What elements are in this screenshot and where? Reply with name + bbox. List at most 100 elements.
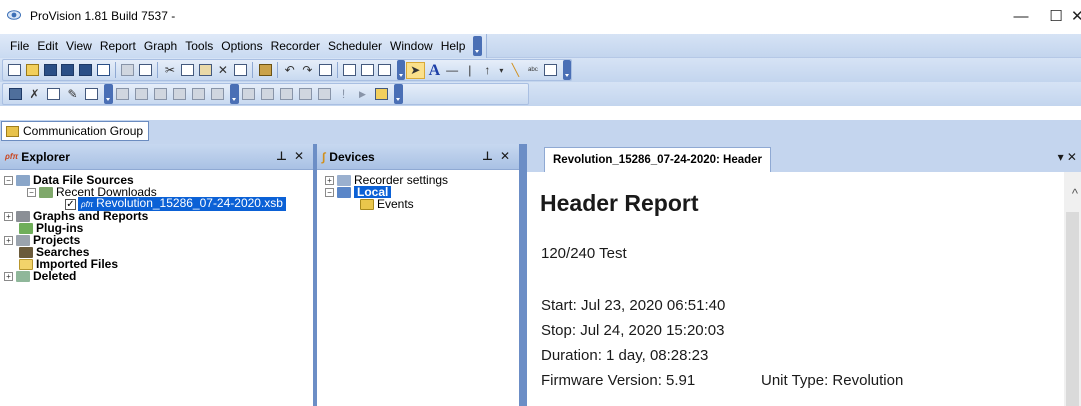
binoculars-icon[interactable]	[257, 62, 273, 79]
communication-group-icon	[6, 125, 19, 137]
paste-icon[interactable]	[197, 62, 213, 79]
expand-icon[interactable]: +	[4, 271, 13, 281]
toolbar-grip[interactable]	[104, 84, 113, 104]
text-tool-icon[interactable]: A	[427, 62, 443, 79]
plugins-icon	[19, 222, 33, 234]
report-chart-icon[interactable]	[45, 86, 62, 103]
menu-edit[interactable]: Edit	[33, 34, 62, 58]
toolbar-separator	[114, 62, 116, 78]
save-as-icon[interactable]	[78, 62, 94, 79]
menu-file[interactable]: File	[6, 34, 33, 58]
toolbar-grip[interactable]	[562, 60, 571, 80]
print-icon[interactable]	[120, 62, 136, 79]
projects-icon	[16, 234, 30, 246]
wizard-icon[interactable]	[373, 86, 390, 103]
arrow-up-tool-icon[interactable]: ↑	[480, 62, 496, 79]
diagonal-line-icon[interactable]: ╲	[508, 62, 524, 79]
menu-tools[interactable]: Tools	[181, 34, 217, 58]
toolbar-grip[interactable]	[394, 84, 403, 104]
report-edit-icon[interactable]	[83, 86, 100, 103]
recent-downloads-icon	[39, 186, 53, 198]
close-window-button[interactable]: ✕	[1071, 4, 1081, 30]
app-eye-icon	[7, 10, 21, 20]
save-all-icon[interactable]	[60, 62, 76, 79]
toolbar-grip[interactable]	[396, 60, 406, 80]
communication-group-tab[interactable]: Communication Group	[1, 121, 150, 141]
recorder-tool-2-icon	[259, 86, 276, 103]
vertical-line-icon[interactable]: |	[462, 62, 478, 79]
devices-tree: + Recorder settings − Local Events	[317, 170, 519, 210]
checkbox-checked-icon[interactable]: ✓	[65, 198, 76, 210]
tree-item-recorder-settings[interactable]: + Recorder settings	[317, 174, 519, 186]
expand-icon[interactable]: +	[4, 235, 13, 245]
report-grid-icon[interactable]	[7, 86, 24, 103]
tree-item-deleted[interactable]: + Deleted	[0, 270, 313, 282]
chart-icon[interactable]	[342, 62, 358, 79]
undo-icon[interactable]: ↶	[282, 62, 298, 79]
devices-splitter[interactable]	[519, 144, 527, 406]
cut-icon[interactable]: ✂	[162, 62, 178, 79]
scroll-thumb[interactable]	[1066, 212, 1079, 406]
menu-options[interactable]: Options	[217, 34, 266, 58]
copy-icon[interactable]	[180, 62, 196, 79]
explorer-close-icon[interactable]: ✕	[294, 149, 304, 163]
annotation-icon[interactable]: ᵃᵇᶜ	[525, 62, 541, 79]
toolbar-row-1: ✂ ✕ ↶ ↷ ➤ A — | ↑ ▾ ╲ ᵃᵇᶜ	[0, 58, 1081, 82]
maximize-button[interactable]: ☐	[1036, 4, 1076, 30]
chart-export-icon[interactable]	[377, 62, 393, 79]
format-icon[interactable]	[543, 62, 559, 79]
open-folder-icon[interactable]	[25, 62, 41, 79]
menu-graph[interactable]: Graph	[140, 34, 181, 58]
pointer-tool-icon[interactable]: ➤	[406, 61, 425, 79]
devices-pin-icon[interactable]: ⊥	[482, 149, 493, 163]
properties-icon[interactable]	[233, 62, 249, 79]
expand-icon[interactable]: +	[4, 211, 13, 221]
tab-list-dropdown-icon[interactable]: ▾ ✕	[1058, 150, 1077, 164]
menu-report[interactable]: Report	[96, 34, 140, 58]
graph-tool-5-icon	[190, 86, 207, 103]
report-document-tab[interactable]: Revolution_15286_07-24-2020: Header	[544, 147, 772, 172]
menu-overflow-grip[interactable]	[473, 36, 483, 56]
tree-item-events[interactable]: Events	[317, 198, 519, 210]
print-preview-icon[interactable]	[138, 62, 154, 79]
new-file-icon[interactable]	[7, 62, 23, 79]
zoom-icon[interactable]	[317, 62, 333, 79]
pencil-icon[interactable]: ✎	[64, 86, 81, 103]
explorer-pane: ρfπ Explorer ⊥ ✕ − Data File Sources − R…	[0, 144, 313, 406]
collapse-icon[interactable]: −	[27, 187, 36, 197]
devices-close-icon[interactable]: ✕	[500, 149, 510, 163]
menu-view[interactable]: View	[62, 34, 96, 58]
explorer-pin-icon[interactable]: ⊥	[276, 149, 287, 163]
chart-edit-icon[interactable]	[359, 62, 375, 79]
tools-icon[interactable]: ✗	[26, 86, 43, 103]
redo-icon[interactable]: ↷	[300, 62, 316, 79]
horizontal-line-icon[interactable]: —	[444, 62, 460, 79]
save-icon[interactable]	[42, 62, 58, 79]
graph-tool-2-icon	[133, 86, 150, 103]
collapse-icon[interactable]: −	[325, 187, 334, 197]
menu-scheduler[interactable]: Scheduler	[324, 34, 386, 58]
recorder-tool-1-icon	[240, 86, 257, 103]
tree-item-local[interactable]: − Local	[317, 186, 519, 198]
recorder-tool-5-icon	[316, 86, 333, 103]
report-scrollbar[interactable]: ^	[1064, 172, 1081, 406]
standard-toolbar: ✂ ✕ ↶ ↷ ➤ A — | ↑ ▾ ╲ ᵃᵇᶜ	[2, 59, 572, 81]
recorder-tool-3-icon	[278, 86, 295, 103]
toolbar-grip[interactable]	[230, 84, 239, 104]
menu-recorder[interactable]: Recorder	[267, 34, 324, 58]
graph-tool-1-icon	[114, 86, 131, 103]
dropdown-arrow-icon[interactable]: ▾	[497, 62, 505, 79]
collapse-icon[interactable]: −	[4, 175, 13, 185]
menu-window[interactable]: Window	[386, 34, 437, 58]
report-stop: Stop: Jul 24, 2020 15:20:03	[541, 322, 725, 339]
minimize-button[interactable]: —	[1001, 4, 1041, 30]
window-layout-icon[interactable]	[95, 62, 111, 79]
delete-icon[interactable]: ✕	[215, 62, 231, 79]
explorer-logo-icon: ρfπ	[5, 152, 19, 161]
report-toolbar: ✗ ✎ ! ▶	[2, 83, 529, 105]
report-content: Header Report 120/240 Test Start: Jul 23…	[527, 172, 1081, 406]
menu-help[interactable]: Help	[437, 34, 470, 58]
devices-header: ∫ Devices ⊥ ✕	[317, 144, 519, 170]
expand-icon[interactable]: +	[325, 175, 334, 185]
scroll-up-icon[interactable]: ^	[1072, 186, 1078, 201]
